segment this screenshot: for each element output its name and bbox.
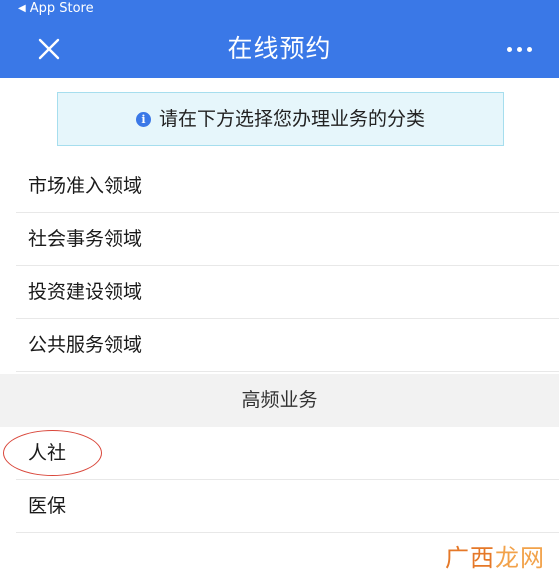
list-item-social-affairs[interactable]: 社会事务领域 — [0, 213, 559, 266]
watermark-part-1: 广 — [445, 544, 470, 572]
back-triangle-icon[interactable]: ◀ — [18, 0, 26, 18]
notice-text: 请在下方选择您办理业务的分类 — [158, 108, 425, 130]
watermark-part-3: 龙网 — [495, 544, 545, 572]
notice-banner: i 请在下方选择您办理业务的分类 — [57, 92, 504, 146]
list-item-investment-construction[interactable]: 投资建设领域 — [0, 266, 559, 319]
status-bar: ◀ App Store — [0, 0, 559, 20]
page-title: 在线预约 — [227, 34, 332, 63]
annotation-circle — [3, 430, 102, 476]
section-header-high-frequency: 高频业务 — [0, 374, 559, 427]
back-to-app-store-link[interactable]: App Store — [30, 1, 94, 16]
watermark-part-2: 西 — [470, 544, 495, 572]
list-item-public-service[interactable]: 公共服务领域 — [0, 319, 559, 372]
navigation-bar: 在线预约 — [0, 20, 559, 78]
list-item-medical-insurance[interactable]: 医保 — [0, 480, 559, 533]
watermark-logo: 广西龙网 — [445, 538, 545, 573]
category-list: 市场准入领域 社会事务领域 投资建设领域 公共服务领域 — [0, 160, 559, 372]
more-dots-icon[interactable] — [507, 47, 533, 55]
list-item-market-access[interactable]: 市场准入领域 — [0, 160, 559, 213]
info-icon: i — [135, 112, 151, 127]
